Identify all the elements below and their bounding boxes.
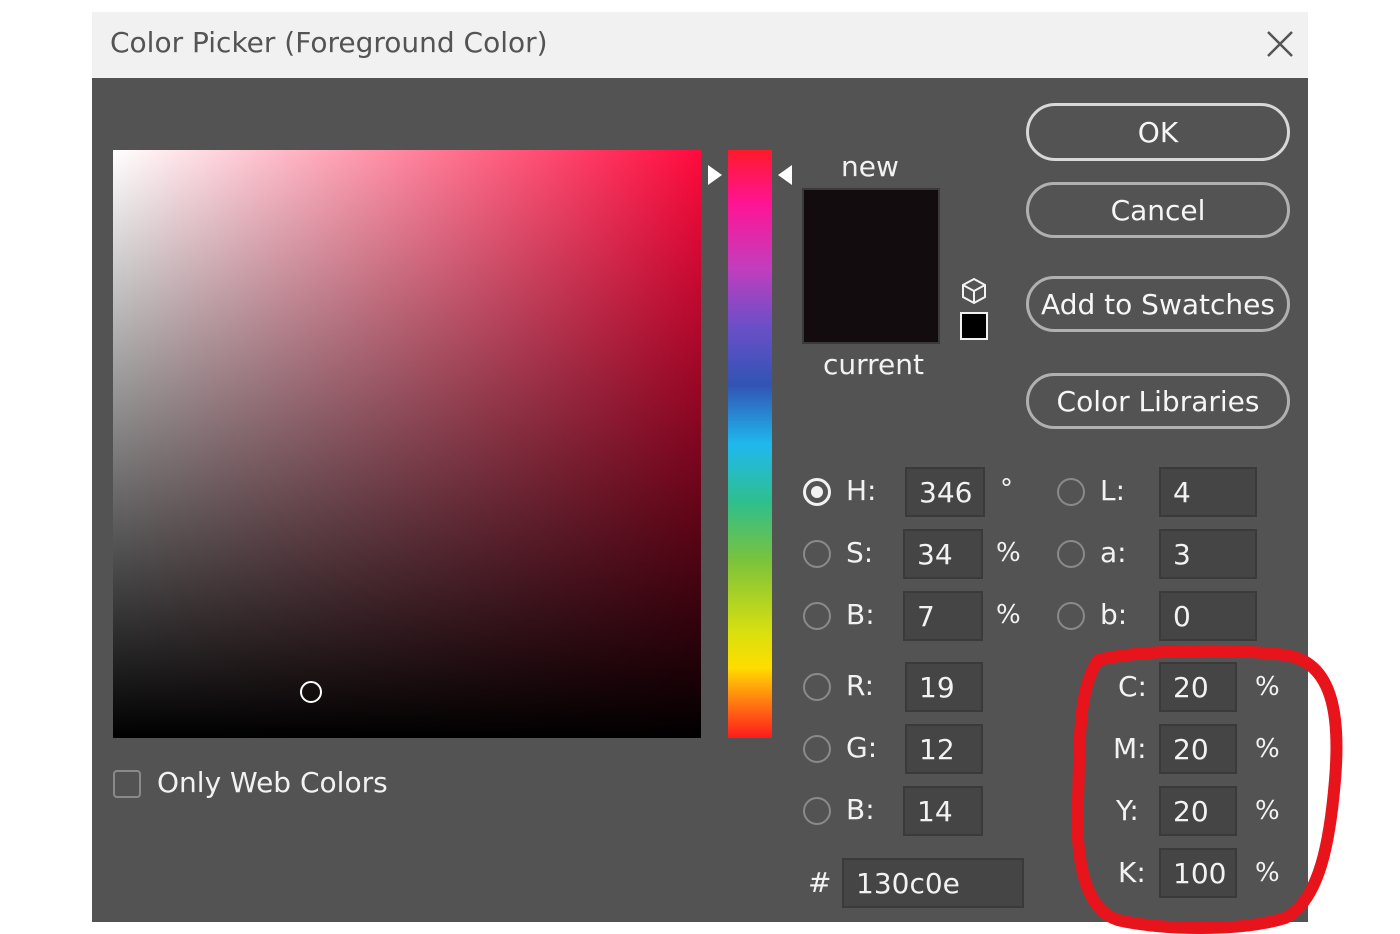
red-annotation-circle [1071,644,1343,934]
